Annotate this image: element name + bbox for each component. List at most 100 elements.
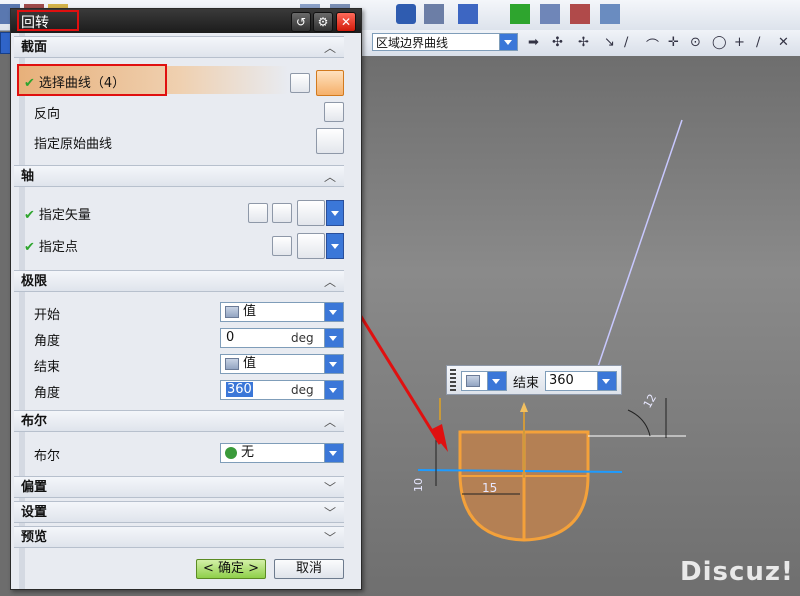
reset-icon[interactable]: ↺ — [291, 12, 311, 32]
popup-value: 360 — [549, 373, 574, 388]
watermark: Discuz! — [680, 557, 794, 587]
point-type-icon[interactable] — [297, 233, 325, 259]
dimension-12: 12 — [641, 392, 659, 411]
reverse-label: 反向 — [34, 107, 61, 122]
curve-select-icon[interactable] — [316, 70, 344, 96]
start-label: 开始 — [34, 308, 61, 323]
specify-point-row: ✔ 指定点 — [24, 236, 78, 255]
point-constructor-icon[interactable] — [272, 236, 292, 256]
section-title: 布尔 — [21, 414, 48, 429]
end-angle-value: 360 — [226, 382, 253, 397]
sketch-line — [589, 119, 683, 391]
annotation-arrowhead — [430, 424, 448, 452]
vector-type-icon[interactable] — [297, 200, 325, 226]
chevron-down-icon[interactable] — [487, 372, 506, 390]
angle-arc — [627, 409, 651, 437]
vector-dropdown[interactable] — [326, 200, 344, 226]
check-icon: ✔ — [24, 208, 35, 223]
end-angle-input[interactable]: 360 deg — [220, 380, 344, 400]
start-method-dropdown[interactable]: 值 — [220, 302, 344, 322]
vector-reverse-icon[interactable] — [248, 203, 268, 223]
popup-label: 结束 — [513, 376, 540, 391]
grip-icon[interactable] — [450, 369, 456, 391]
select-curve-row[interactable]: ✔ 选择曲线（4） — [24, 72, 125, 91]
boolean-none-icon — [225, 447, 237, 459]
start-angle-row: 角度 — [34, 330, 60, 349]
start-angle-label: 角度 — [34, 334, 61, 349]
chevron-down-icon[interactable] — [324, 381, 343, 399]
specify-vector-label: 指定矢量 — [38, 208, 91, 223]
start-angle-unit: deg — [291, 331, 314, 345]
gear-icon[interactable]: ⚙ — [313, 12, 333, 32]
boolean-row: 布尔 — [34, 445, 60, 464]
section-header-limits[interactable]: 极限 ︿ — [14, 270, 344, 292]
start-angle-value: 0 — [226, 330, 235, 345]
section-title: 预览 — [21, 530, 48, 545]
specify-vector-row: ✔ 指定矢量 — [24, 204, 91, 223]
close-icon[interactable]: ✕ — [336, 12, 356, 32]
sketch-section-icon[interactable] — [290, 73, 310, 93]
chevron-up-icon[interactable]: ︿ — [324, 271, 336, 293]
section-header-settings[interactable]: 设置 ﹀ — [14, 501, 344, 523]
start-option: 值 — [243, 304, 257, 319]
boolean-value: 无 — [241, 445, 255, 460]
chevron-up-icon[interactable]: ︿ — [324, 37, 336, 59]
end-angle-unit: deg — [291, 383, 314, 397]
section-title: 偏置 — [21, 480, 48, 495]
value-icon — [225, 358, 239, 370]
chevron-down-icon[interactable] — [324, 303, 343, 321]
section-title: 轴 — [21, 169, 35, 184]
chevron-down-icon[interactable] — [324, 444, 343, 462]
chevron-down-icon[interactable] — [324, 355, 343, 373]
end-method-dropdown[interactable] — [461, 371, 507, 391]
end-row: 结束 — [34, 356, 60, 375]
section-title: 设置 — [21, 505, 48, 520]
reverse-row: 反向 — [34, 103, 60, 122]
original-curve-icon[interactable] — [316, 128, 344, 154]
specify-point-label: 指定点 — [38, 240, 78, 255]
section-header-offset[interactable]: 偏置 ﹀ — [14, 476, 344, 498]
end-method-dropdown[interactable]: 值 — [220, 354, 344, 374]
original-curve-label: 指定原始曲线 — [34, 137, 113, 152]
check-icon: ✔ — [24, 76, 35, 91]
reverse-direction-icon[interactable] — [324, 102, 344, 122]
check-icon: ✔ — [24, 240, 35, 255]
title-highlight — [17, 10, 79, 31]
section-header-boolean[interactable]: 布尔 ︿ — [14, 410, 344, 432]
start-row: 开始 — [34, 304, 60, 323]
revolve-axis-line — [417, 469, 623, 473]
chevron-down-icon[interactable]: ﹀ — [324, 527, 336, 549]
dialog-titlebar[interactable]: 回转 ↺ ⚙ ✕ — [11, 9, 361, 33]
vector-constructor-icon[interactable] — [272, 203, 292, 223]
value-icon — [225, 306, 239, 318]
end-angle-label: 角度 — [34, 386, 61, 401]
section-title: 截面 — [21, 40, 48, 55]
chevron-down-icon[interactable] — [597, 372, 616, 390]
end-option: 值 — [243, 356, 257, 371]
end-angle-popup[interactable]: 结束 360 — [446, 365, 622, 395]
boolean-label: 布尔 — [34, 449, 61, 464]
chevron-down-icon[interactable]: ﹀ — [324, 477, 336, 499]
popup-value-input[interactable]: 360 — [545, 371, 617, 391]
vector-arrowhead — [520, 402, 528, 412]
end-angle-row: 角度 — [34, 382, 60, 401]
ok-button[interactable]: < 确定 > — [196, 559, 266, 579]
select-curve-label: 选择曲线（4） — [38, 76, 126, 91]
point-dropdown[interactable] — [326, 233, 344, 259]
original-curve-row: 指定原始曲线 — [34, 133, 112, 152]
section-header-section[interactable]: 截面 ︿ — [14, 36, 344, 58]
dimension-10: 10 — [412, 478, 425, 492]
dimension-15: 15 — [482, 481, 497, 495]
end-label: 结束 — [34, 360, 61, 375]
boolean-dropdown[interactable]: 无 — [220, 443, 344, 463]
value-icon — [466, 375, 480, 387]
section-header-preview[interactable]: 预览 ﹀ — [14, 526, 344, 548]
section-title: 极限 — [21, 274, 48, 289]
section-header-axis[interactable]: 轴 ︿ — [14, 165, 344, 187]
chevron-up-icon[interactable]: ︿ — [324, 411, 336, 433]
cancel-button[interactable]: 取消 — [274, 559, 344, 579]
chevron-down-icon[interactable] — [324, 329, 343, 347]
chevron-down-icon[interactable]: ﹀ — [324, 502, 336, 524]
chevron-up-icon[interactable]: ︿ — [324, 166, 336, 188]
start-angle-input[interactable]: 0 deg — [220, 328, 344, 348]
